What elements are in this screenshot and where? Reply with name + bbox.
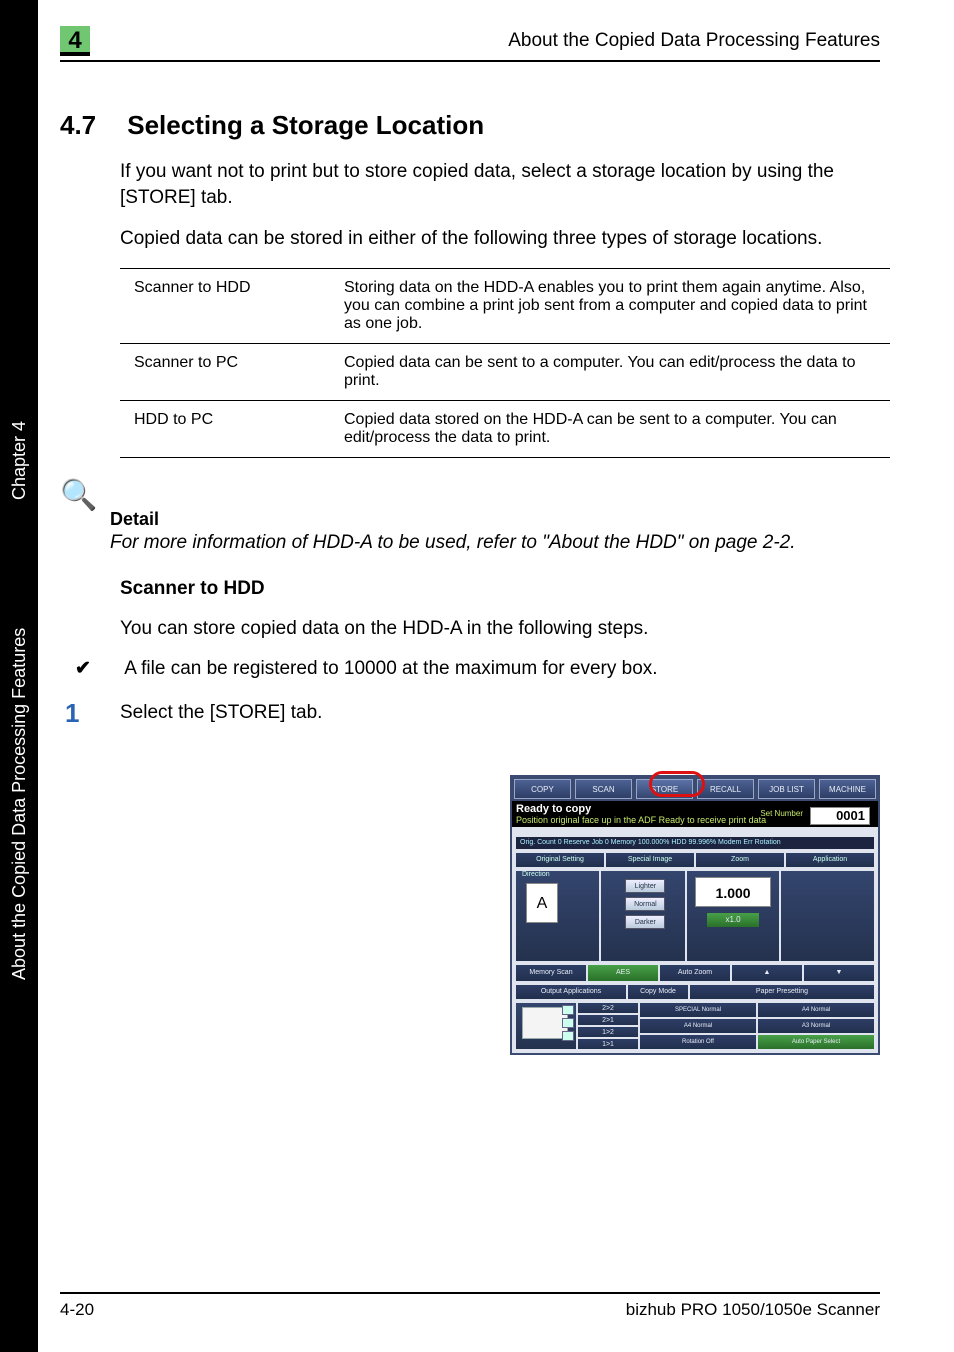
tab-joblist[interactable]: JOB LIST (758, 779, 815, 799)
status-line: Position original face up in the ADF Rea… (516, 815, 766, 825)
check-icon: ✔ (75, 657, 120, 680)
tab-machine[interactable]: MACHINE (819, 779, 876, 799)
table-val: Copied data stored on the HDD-A can be s… (330, 400, 890, 457)
side-texts: Chapter 4 About the Copied Data Processi… (6, 0, 36, 1352)
direction-label: Direction (522, 871, 550, 878)
bottom-grid: 2>2 2>1 1>2 1>1 SPECIAL Normal A4 Normal… (516, 1003, 874, 1049)
paper-grid: SPECIAL Normal A4 Normal A4 Normal A3 No… (640, 1003, 874, 1049)
table-val: Copied data can be sent to a computer. Y… (330, 343, 890, 400)
page-icon (562, 1018, 574, 1028)
paper-button[interactable]: A4 Normal (758, 1003, 874, 1017)
tab-application[interactable]: Application (786, 853, 874, 867)
mode-1-1-button[interactable]: 1>1 (578, 1039, 638, 1049)
detail-text: For more information of HDD-A to be used… (110, 530, 890, 556)
section-tabs: Original Setting Special Image Zoom Appl… (516, 853, 874, 867)
tab-zoom[interactable]: Zoom (696, 853, 784, 867)
header-title: About the Copied Data Processing Feature… (508, 30, 880, 52)
check-text: A file can be registered to 10000 at the… (124, 658, 657, 679)
aes-button[interactable]: AES (588, 965, 658, 981)
status-bold: Ready to copy (516, 803, 591, 815)
step-number: 1 (65, 698, 79, 729)
control-panel-screenshot: COPY SCAN STORE RECALL JOB LIST MACHINE … (510, 775, 880, 1055)
header-rule (60, 60, 880, 62)
memory-scan-button[interactable]: Memory Scan (516, 965, 586, 981)
application-col (781, 871, 874, 961)
density-normal-button[interactable]: Normal (625, 897, 665, 911)
subsection-line: You can store copied data on the HDD-A i… (120, 616, 890, 642)
tab-original-setting[interactable]: Original Setting (516, 853, 604, 867)
table-row: Scanner to PC Copied data can be sent to… (120, 343, 890, 400)
detail-label: Detail (110, 509, 890, 530)
section-heading: 4.7 Selecting a Storage Location (120, 110, 890, 141)
table-row: Scanner to HDD Storing data on the HDD-A… (120, 268, 890, 343)
section-title: Selecting a Storage Location (127, 110, 484, 140)
table-key: Scanner to HDD (120, 268, 330, 343)
location-table: Scanner to HDD Storing data on the HDD-A… (120, 268, 890, 458)
mode-2-1-button[interactable]: 2>1 (578, 1015, 638, 1025)
output-applications-button[interactable]: Output Applications (516, 985, 626, 999)
density-col: Lighter Normal Darker (601, 871, 684, 961)
paper-presetting-label: Paper Presetting (690, 985, 874, 999)
step-text: Select the [STORE] tab. (120, 702, 890, 724)
count-label: Set Number (760, 809, 803, 818)
intro-1: If you want not to print but to store co… (120, 159, 890, 210)
page-header: 4 About the Copied Data Processing Featu… (60, 30, 880, 60)
section-number: 4.7 (60, 110, 120, 141)
zoom-x1-button[interactable]: x1.0 (707, 913, 760, 927)
magnifier-icon: 🔍 (60, 478, 97, 513)
copy-mode-label: Copy Mode (628, 985, 688, 999)
zoom-value: 1.000 (695, 877, 772, 907)
chapter-number-underline (60, 52, 90, 56)
page-icon (562, 1005, 574, 1015)
intro-2: Copied data can be stored in either of t… (120, 226, 890, 252)
side-features: About the Copied Data Processing Feature… (9, 628, 30, 980)
chapter-number: 4 (68, 27, 81, 54)
tab-recall[interactable]: RECALL (697, 779, 754, 799)
mid-row: Direction A Lighter Normal Darker 1.000 … (516, 871, 874, 961)
arrow-up-button[interactable]: ▲ (732, 965, 802, 981)
table-key: Scanner to PC (120, 343, 330, 400)
paper-button[interactable]: SPECIAL Normal (640, 1003, 756, 1017)
footer-page-number: 4-20 (60, 1300, 94, 1320)
zoom-col: 1.000 x1.0 (687, 871, 780, 961)
footer: 4-20 bizhub PRO 1050/1050e Scanner (60, 1298, 880, 1322)
direction-a-box[interactable]: A (526, 883, 558, 923)
mode-2-2-button[interactable]: 2>2 (578, 1003, 638, 1013)
copy-mode-col: 2>2 2>1 1>2 1>1 (578, 1003, 638, 1049)
meter-bar: Orig. Count 0 Reserve Job 0 Memory 100.0… (516, 837, 874, 849)
content: 4.7 Selecting a Storage Location If you … (120, 90, 890, 724)
low-row-1: Memory Scan AES Auto Zoom ▲ ▼ (516, 965, 874, 981)
low-row-2: Output Applications Copy Mode Paper Pres… (516, 985, 874, 999)
check-line: ✔ A file can be registered to 10000 at t… (75, 657, 890, 680)
paper-button[interactable]: A4 Normal (640, 1019, 756, 1033)
step-row: 1 Select the [STORE] tab. (120, 702, 890, 724)
auto-paper-select-button[interactable]: Auto Paper Select (758, 1035, 874, 1049)
tab-scan[interactable]: SCAN (575, 779, 632, 799)
density-darker-button[interactable]: Darker (625, 915, 665, 929)
store-highlight-ring (649, 771, 705, 797)
tab-copy[interactable]: COPY (514, 779, 571, 799)
table-val: Storing data on the HDD-A enables you to… (330, 268, 890, 343)
auto-zoom-button[interactable]: Auto Zoom (660, 965, 730, 981)
side-chapter: Chapter 4 (9, 421, 30, 500)
rotation-off-button[interactable]: Rotation Off (640, 1035, 756, 1049)
detail-block: 🔍 Detail For more information of HDD-A t… (60, 478, 890, 556)
subsection-title: Scanner to HDD (120, 578, 890, 600)
tray-icon (562, 1031, 574, 1041)
table-key: HDD to PC (120, 400, 330, 457)
tab-special-image[interactable]: Special Image (606, 853, 694, 867)
density-lighter-button[interactable]: Lighter (625, 879, 665, 893)
table-row: HDD to PC Copied data stored on the HDD-… (120, 400, 890, 457)
output-thumb-col (516, 1003, 576, 1049)
footer-rule (60, 1292, 880, 1294)
arrow-down-button[interactable]: ▼ (804, 965, 874, 981)
count-value: 0001 (810, 807, 870, 825)
mode-1-2-button[interactable]: 1>2 (578, 1027, 638, 1037)
chapter-number-box: 4 (60, 26, 90, 56)
paper-button[interactable]: A3 Normal (758, 1019, 874, 1033)
direction-col: Direction A (516, 871, 599, 961)
footer-product-name: bizhub PRO 1050/1050e Scanner (626, 1300, 880, 1320)
